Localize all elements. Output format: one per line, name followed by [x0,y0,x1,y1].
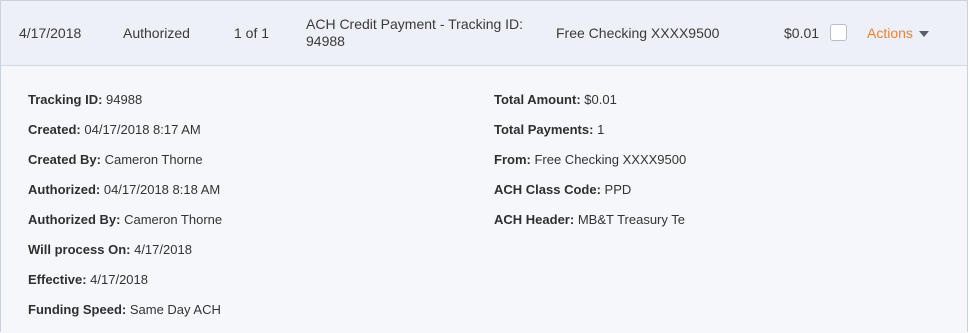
detail-will-process-on: Will process On: 4/17/2018 [28,242,458,272]
detail-label: Will process On: [28,242,131,257]
detail-value: Same Day ACH [129,302,221,317]
detail-total-payments: Total Payments: 1 [494,122,934,152]
detail-value: PPD [604,182,632,197]
detail-label: Effective: [28,272,87,287]
actions-dropdown[interactable]: Actions [867,1,929,65]
details-left-column: Tracking ID: 94988 Created: 04/17/2018 8… [28,92,458,332]
payment-amount: $0.01 [784,25,820,41]
detail-value: 04/17/2018 8:18 AM [103,182,221,197]
detail-value: 1 [597,122,605,137]
detail-authorized-by: Authorized By: Cameron Thorne [28,212,458,242]
detail-label: Total Amount: [494,92,581,107]
detail-funding-speed: Funding Speed: Same Day ACH [28,302,458,332]
detail-value: 94988 [106,92,143,107]
payment-summary-row[interactable]: 4/17/2018 Authorized 1 of 1 ACH Credit P… [1,1,967,66]
detail-ach-header: ACH Header: MB&T Treasury Te [494,212,934,242]
detail-tracking-id: Tracking ID: 94988 [28,92,458,122]
detail-value: $0.01 [584,92,617,107]
caret-down-icon [918,31,929,37]
detail-from: From: Free Checking XXXX9500 [494,152,934,182]
detail-label: ACH Class Code: [494,182,601,197]
payment-description: ACH Credit Payment - Tracking ID: 94988 [306,16,524,49]
payment-count: 1 of 1 [234,25,270,41]
detail-value: 4/17/2018 [90,272,148,287]
detail-label: From: [494,152,531,167]
detail-label: Authorized By: [28,212,121,227]
detail-label: Total Payments: [494,122,594,137]
detail-value: Cameron Thorne [124,212,223,227]
payment-details: Tracking ID: 94988 Created: 04/17/2018 8… [1,66,967,333]
detail-value: 4/17/2018 [134,242,192,257]
payment-date: 4/17/2018 [19,25,82,41]
detail-value: MB&T Treasury Te [577,212,685,227]
detail-value: Cameron Thorne [104,152,203,167]
details-right-column: Total Amount: $0.01 Total Payments: 1 Fr… [494,92,934,242]
detail-total-amount: Total Amount: $0.01 [494,92,934,122]
detail-label: Created By: [28,152,101,167]
detail-created: Created: 04/17/2018 8:17 AM [28,122,458,152]
detail-label: Authorized: [28,182,101,197]
detail-ach-class-code: ACH Class Code: PPD [494,182,934,212]
detail-label: Tracking ID: [28,92,103,107]
payment-status: Authorized [123,25,190,41]
detail-value: Free Checking XXXX9500 [534,152,687,167]
detail-label: ACH Header: [494,212,575,227]
detail-value: 04/17/2018 8:17 AM [84,122,201,137]
actions-label: Actions [867,25,913,41]
detail-label: Funding Speed: [28,302,127,317]
select-payment-checkbox[interactable] [830,24,847,41]
detail-label: Created: [28,122,81,137]
payment-panel: 4/17/2018 Authorized 1 of 1 ACH Credit P… [0,0,968,333]
detail-authorized: Authorized: 04/17/2018 8:18 AM [28,182,458,212]
payment-account: Free Checking XXXX9500 [556,25,720,41]
detail-effective: Effective: 4/17/2018 [28,272,458,302]
detail-created-by: Created By: Cameron Thorne [28,152,458,182]
